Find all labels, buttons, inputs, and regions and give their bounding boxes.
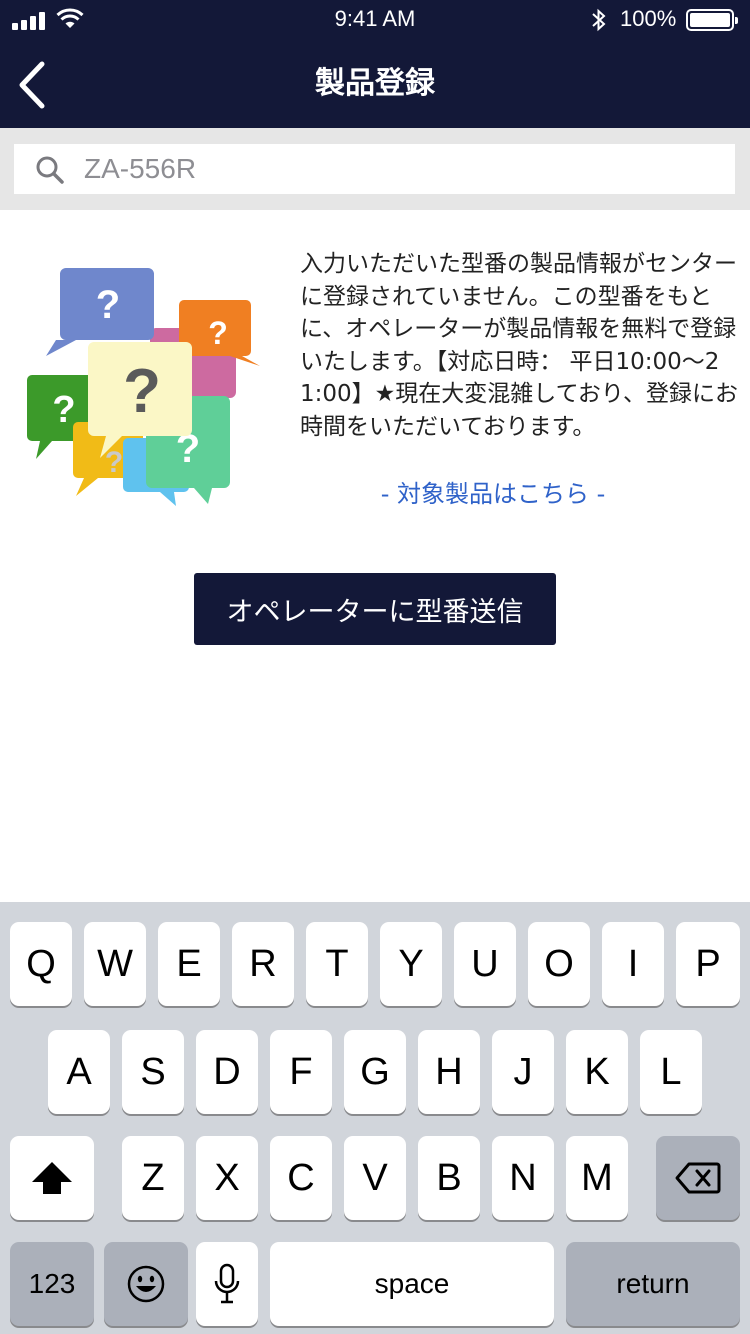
- microphone-icon: [214, 1263, 240, 1304]
- key-k[interactable]: K: [566, 1030, 628, 1114]
- key-l[interactable]: L: [640, 1030, 702, 1114]
- key-d[interactable]: D: [196, 1030, 258, 1114]
- send-model-number-button[interactable]: オペレーターに型番送信: [194, 573, 556, 645]
- key-h[interactable]: H: [418, 1030, 480, 1114]
- key-p[interactable]: P: [676, 922, 740, 1006]
- space-key[interactable]: space: [270, 1242, 554, 1326]
- key-j[interactable]: J: [492, 1030, 554, 1114]
- search-input[interactable]: [84, 144, 724, 194]
- key-i[interactable]: I: [602, 922, 664, 1006]
- key-t[interactable]: T: [306, 922, 368, 1006]
- key-y[interactable]: Y: [380, 922, 442, 1006]
- key-s[interactable]: S: [122, 1030, 184, 1114]
- key-a[interactable]: A: [48, 1030, 110, 1114]
- key-f[interactable]: F: [270, 1030, 332, 1114]
- search-icon: [36, 156, 64, 184]
- delete-key[interactable]: [656, 1136, 740, 1220]
- battery-percentage: 100%: [620, 6, 677, 31]
- status-bar: 9:41 AM 100%: [0, 0, 750, 40]
- key-e[interactable]: E: [158, 922, 220, 1006]
- bluetooth-icon: [592, 8, 606, 32]
- key-q[interactable]: Q: [10, 922, 72, 1006]
- page-title: 製品登録: [315, 66, 435, 101]
- numbers-key[interactable]: 123: [10, 1242, 94, 1326]
- svg-text:?: ?: [208, 315, 228, 351]
- shift-key[interactable]: [10, 1136, 94, 1220]
- return-key[interactable]: return: [566, 1242, 740, 1326]
- key-c[interactable]: C: [270, 1136, 332, 1220]
- key-w[interactable]: W: [84, 922, 146, 1006]
- search-field[interactable]: [14, 144, 735, 194]
- keyboard: Q W E R T Y U O I P A S D F G H J K L Z …: [0, 902, 750, 1334]
- shift-icon: [32, 1162, 72, 1194]
- dictation-key[interactable]: [196, 1242, 258, 1326]
- key-g[interactable]: G: [344, 1030, 406, 1114]
- svg-text:?: ?: [105, 446, 123, 479]
- svg-text:?: ?: [96, 283, 120, 327]
- question-bubbles-illustration: ? ? ? ? ? ?: [27, 268, 260, 506]
- key-u[interactable]: U: [454, 922, 516, 1006]
- search-bar: [0, 128, 750, 210]
- key-z[interactable]: Z: [122, 1136, 184, 1220]
- emoji-key[interactable]: [104, 1242, 188, 1326]
- key-v[interactable]: V: [344, 1136, 406, 1220]
- key-x[interactable]: X: [196, 1136, 258, 1220]
- battery-icon: [686, 9, 738, 31]
- navigation-bar: 9:41 AM 100% 製品登録: [0, 0, 750, 128]
- target-products-link[interactable]: - 対象製品はこちら -: [300, 474, 686, 509]
- key-o[interactable]: O: [528, 922, 590, 1006]
- key-r[interactable]: R: [232, 922, 294, 1006]
- svg-text:?: ?: [123, 357, 161, 426]
- key-b[interactable]: B: [418, 1136, 480, 1220]
- svg-text:?: ?: [52, 389, 75, 431]
- backspace-icon: [675, 1162, 721, 1194]
- not-registered-message: 入力いただいた型番の製品情報がセンターに登録されていません。この型番をもとに、オ…: [300, 251, 738, 440]
- emoji-icon: [127, 1265, 165, 1303]
- key-n[interactable]: N: [492, 1136, 554, 1220]
- key-m[interactable]: M: [566, 1136, 628, 1220]
